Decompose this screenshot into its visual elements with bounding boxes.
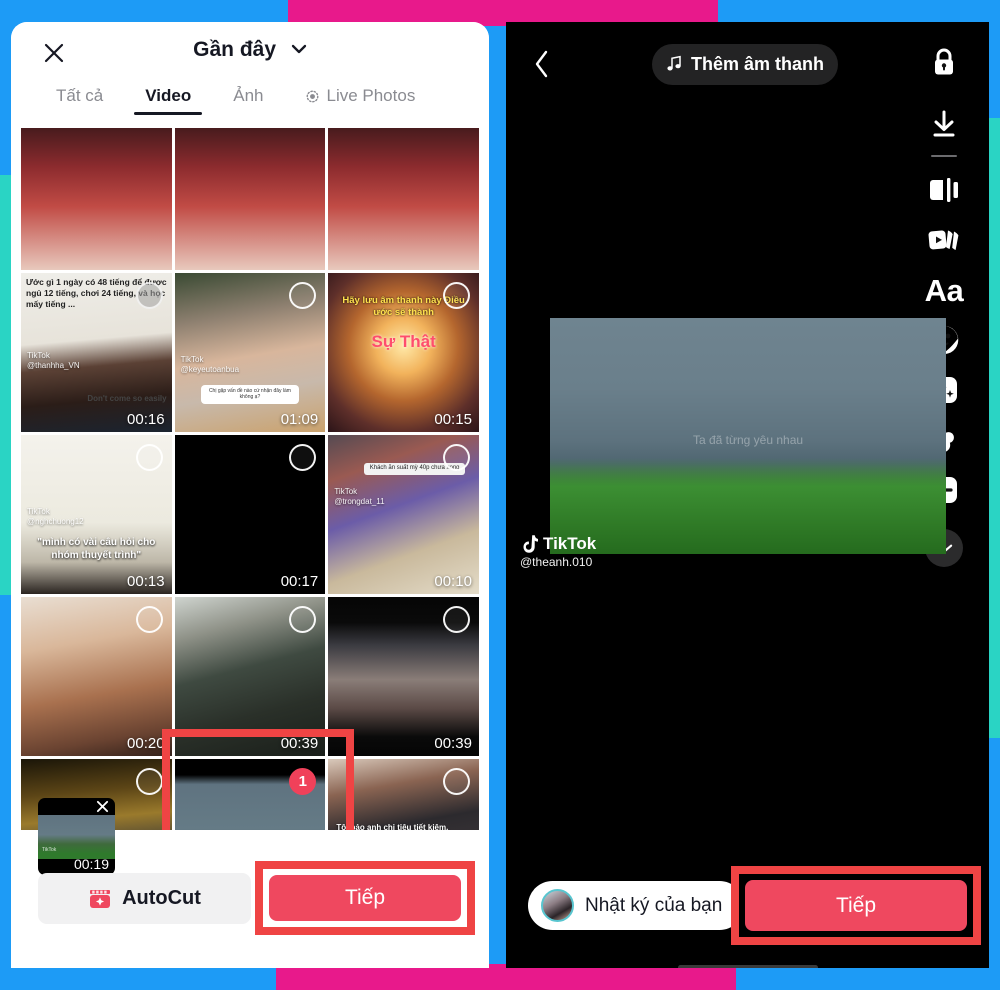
live-photos-icon [305,89,320,104]
text-icon-label: Aa [924,272,964,308]
selected-clip-thumbnail[interactable]: TikTok 00:19 [38,798,115,875]
grid-item[interactable]: 00:20 [21,597,172,756]
video-caption: Ta đã từng yêu nhau [692,433,804,447]
grid-item-selector[interactable] [442,606,470,633]
tiktok-watermark: TikTok @theanh.010 [520,534,596,569]
grid-item-duration: 00:39 [280,735,319,752]
tiktok-watermark: TikTok [42,847,57,853]
tiktok-handle: @trongdat_11 [334,497,385,506]
media-picker-panel: Gần đây Tất cả Video Ảnh Live Photos Ước… [11,22,489,968]
thumb-caption: Sự Thật [371,332,436,351]
autocut-label: AutoCut [122,887,201,909]
tiktok-watermark: TikTok [27,507,50,516]
next-button-left-label: Tiếp [344,886,386,909]
autocut-icon [88,887,112,911]
tab-all[interactable]: Tất cả [35,84,124,106]
add-sound-button[interactable]: Thêm âm thanh [652,44,838,85]
grid-item-duration: 00:39 [434,735,472,752]
grid-item-duration: 00:17 [280,573,319,590]
grid-item[interactable]: 00:17 [174,435,326,594]
chevron-left-icon[interactable] [524,46,560,82]
annotation-highlight-next-left: Tiếp [255,861,475,935]
thumb-caption: Don't come so easily [87,393,167,403]
tab-live-photos[interactable]: Live Photos [284,84,436,106]
tiktok-watermark: TikTok [334,487,358,496]
grid-item-duration: 00:20 [127,735,165,752]
grid-item[interactable]: TikTok @nghchuong12 "mình có vài câu hỏi… [21,435,172,594]
grid-item-selector[interactable] [135,768,163,795]
grid-item-selector[interactable] [135,606,163,633]
tiktok-watermark: TikTok [27,351,50,360]
remove-clip-icon[interactable] [96,800,109,816]
grid-item[interactable]: TikTok @keyeutoanbua Chị gặp vấn đề nào … [174,273,326,432]
tab-all-label: Tất cả [56,86,104,105]
home-indicator [677,965,818,968]
grid-item-selector[interactable] [135,282,163,309]
grid-item-duration: 01:09 [280,411,319,428]
selected-clip-duration: 00:19 [73,856,109,872]
tiktok-watermark: TikTok [180,355,204,364]
media-type-tabs: Tất cả Video Ảnh Live Photos [11,84,489,128]
thumb-caption: Chị gặp vấn đề nào cứ nhận đây làm không… [208,387,291,401]
grid-item-duration: 00:13 [127,573,165,590]
split-screen-icon[interactable] [919,165,969,215]
grid-item-selector[interactable] [442,768,470,795]
download-icon[interactable] [919,99,969,149]
thumb-caption: "mình có vài câu hỏi cho nhóm thuyết trì… [37,537,156,561]
album-title-label: Gần đây [193,38,277,61]
screenshot-frame: Gần đây Tất cả Video Ảnh Live Photos Ước… [0,0,1000,990]
tab-live-photos-label: Live Photos [326,86,416,105]
grid-item-selector[interactable] [442,444,470,471]
grid-item-duration: 00:15 [434,411,472,428]
grid-item[interactable] [328,128,479,270]
grid-item-duration: 00:16 [127,411,165,428]
video-editor-panel: Thêm âm thanh Aa Ta đã từng yêu nhau Tik… [506,22,989,968]
chevron-down-icon [291,41,307,58]
tiktok-handle: @nghchuong12 [27,517,84,526]
tiktok-watermark-handle: @theanh.010 [520,555,593,569]
video-preview[interactable]: Ta đã từng yêu nhau [550,318,946,554]
add-sound-label: Thêm âm thanh [690,54,824,74]
next-button-left[interactable]: Tiếp [269,875,461,921]
diary-button-label: Nhật ký của bạn [585,894,723,916]
grid-item[interactable]: 00:39 [174,597,326,756]
tab-photo-label: Ảnh [233,86,264,105]
preview-foreground [550,458,946,554]
media-grid: Ước gì 1 ngày có 48 tiếng để được ngủ 12… [21,128,479,830]
media-grid-scroll[interactable]: Ước gì 1 ngày có 48 tiếng để được ngủ 12… [11,128,489,830]
tiktok-handle: @keyeutoanbua [180,365,240,374]
text-icon[interactable]: Aa [919,265,969,315]
grid-item-selector[interactable] [442,282,470,309]
clips-icon[interactable] [919,215,969,265]
grid-item[interactable]: 00:39 [328,597,479,756]
media-picker-footer: TikTok 00:19 AutoCut Tiếp [11,798,489,968]
grid-item-selector[interactable] [135,444,163,471]
grid-item[interactable]: TikTok @trongdat_11 Khách ăn suất mỳ 40p… [328,435,479,594]
grid-item-selected[interactable]: Ta đã từng yêu nhau 1 00:19 [174,759,326,830]
album-selector[interactable]: Gần đây [11,38,489,62]
tab-photo[interactable]: Ảnh [212,84,284,106]
grid-item[interactable]: Hãy lưu âm thanh này Điều ước sẽ thành S… [328,273,479,432]
autocut-button[interactable]: AutoCut [38,873,251,924]
tiktok-handle: @thanhha_VN [27,361,80,370]
annotation-highlight-next-right: Tiếp [731,866,981,945]
tab-video-label: Video [145,86,192,105]
music-note-icon [666,55,682,75]
tiktok-watermark-brand: TikTok [543,534,597,553]
grid-item-duration: 00:10 [434,573,472,590]
avatar [541,889,574,922]
media-picker-header: Gần đây [11,22,489,84]
tab-video[interactable]: Video [124,84,212,115]
grid-item[interactable]: Ước gì 1 ngày có 48 tiếng để được ngủ 12… [21,273,172,432]
rail-divider [931,155,957,157]
grid-item[interactable] [21,128,172,270]
next-button-right-label: Tiếp [835,893,877,917]
thumb-overlay-text: Tôi bảo anh chi tiêu tiết kiệm, nhưng vẫ… [336,823,449,830]
diary-button[interactable]: Nhật ký của bạn [528,881,744,930]
lock-icon[interactable] [919,38,969,88]
grid-item[interactable]: Tôi bảo anh chi tiêu tiết kiệm, nhưng vẫ… [328,759,479,830]
grid-item[interactable] [174,128,326,270]
next-button-right[interactable]: Tiếp [745,880,967,931]
